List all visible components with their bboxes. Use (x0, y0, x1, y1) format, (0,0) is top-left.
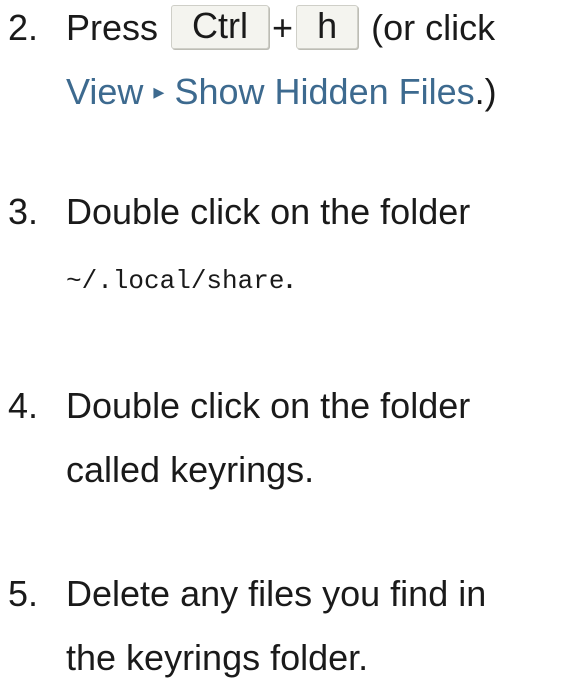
folder-path: ~/.local/share (66, 266, 285, 296)
key-ctrl: Ctrl (171, 5, 270, 50)
menu-view: View (66, 71, 144, 112)
step-4-line-1: Double click on the folder (66, 385, 471, 426)
menu-show-hidden-files: Show Hidden Files (174, 71, 475, 112)
step-2-press-text: Press (66, 7, 159, 48)
step-number: 4. (8, 385, 39, 426)
step-5-line-1: Delete any files you find in (66, 573, 487, 614)
step-2-or-click-text: (or click (371, 7, 496, 48)
step-2-line-1: Press Ctrl + h (or click (66, 0, 561, 60)
step-number: 5. (8, 573, 39, 614)
step-2: 2. Press Ctrl + h (or click View ▸ Show Hi… (0, 0, 561, 124)
key-h: h (296, 5, 359, 50)
step-3-period: . (284, 255, 295, 296)
step-3-line-1: Double click on the folder (66, 191, 471, 232)
step-5: 5. Delete any files you find in the keyr… (0, 562, 561, 690)
step-3: 3. Double click on the folder ~/.local/s… (0, 180, 561, 308)
step-4-line-2: called keyrings. (66, 449, 315, 490)
instruction-steps: 2. Press Ctrl + h (or click View ▸ Show Hi… (0, 0, 561, 690)
step-number: 3. (8, 191, 39, 232)
step-3-line-2: ~/.local/share. (66, 244, 561, 308)
step-5-line-2: the keyrings folder. (66, 637, 369, 678)
menu-arrow-icon: ▸ (153, 79, 165, 105)
step-2-close: .) (474, 71, 497, 112)
key-plus: + (272, 7, 294, 48)
step-4: 4. Double click on the folder called key… (0, 374, 561, 502)
step-2-line-2: View ▸ Show Hidden Files.) (66, 60, 561, 124)
step-number: 2. (8, 7, 39, 48)
